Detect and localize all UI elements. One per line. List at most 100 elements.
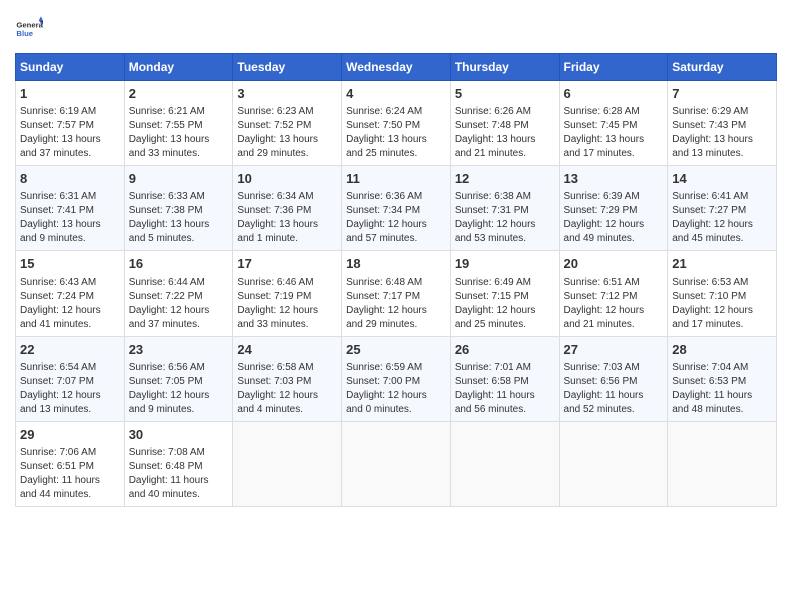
day-number: 9 xyxy=(129,170,229,188)
day-number: 25 xyxy=(346,341,446,359)
calendar-cell: 29 Sunrise: 7:06 AM Sunset: 6:51 PM Dayli… xyxy=(16,421,125,506)
weekday-header-thursday: Thursday xyxy=(450,54,559,81)
logo: General Blue xyxy=(15,15,43,43)
calendar-cell: 20 Sunrise: 6:51 AM Sunset: 7:12 PM Dayli… xyxy=(559,251,668,336)
calendar-cell: 24 Sunrise: 6:58 AM Sunset: 7:03 PM Dayli… xyxy=(233,336,342,421)
logo-icon: General Blue xyxy=(15,15,43,43)
calendar-cell: 17Sunrise: 6:46 AM Sunset: 7:19 PM Dayli… xyxy=(233,251,342,336)
day-number: 21 xyxy=(672,255,772,273)
calendar-cell: 1 Sunrise: 6:19 AM Sunset: 7:57 PM Daylig… xyxy=(16,81,125,166)
day-info: Sunrise: 6:48 AM Sunset: 7:17 PM Dayligh… xyxy=(346,276,446,332)
calendar-cell: 4 Sunrise: 6:24 AM Sunset: 7:50 PM Daylig… xyxy=(342,81,451,166)
calendar-cell: 5 Sunrise: 6:26 AM Sunset: 7:48 PM Daylig… xyxy=(450,81,559,166)
day-number: 27 xyxy=(564,341,664,359)
day-number: 1 xyxy=(20,85,120,103)
day-number: 19 xyxy=(455,255,555,273)
day-info: Sunrise: 6:56 AM Sunset: 7:05 PM Dayligh… xyxy=(129,361,229,417)
svg-text:General: General xyxy=(16,21,43,30)
day-number: 10 xyxy=(237,170,337,188)
day-number: 4 xyxy=(346,85,446,103)
calendar-cell: 18 Sunrise: 6:48 AM Sunset: 7:17 PM Dayli… xyxy=(342,251,451,336)
calendar-cell xyxy=(233,421,342,506)
day-number: 23 xyxy=(129,341,229,359)
calendar-cell: 15Sunrise: 6:43 AM Sunset: 7:24 PM Dayli… xyxy=(16,251,125,336)
weekday-header-monday: Monday xyxy=(124,54,233,81)
day-info: Sunrise: 7:03 AM Sunset: 6:56 PM Dayligh… xyxy=(564,361,664,417)
day-number: 29 xyxy=(20,426,120,444)
day-number: 15 xyxy=(20,255,120,273)
day-info: Sunrise: 6:39 AM Sunset: 7:29 PM Dayligh… xyxy=(564,190,664,246)
calendar-week-3: 15Sunrise: 6:43 AM Sunset: 7:24 PM Dayli… xyxy=(16,251,777,336)
day-info: Sunrise: 6:36 AM Sunset: 7:34 PM Dayligh… xyxy=(346,190,446,246)
day-number: 30 xyxy=(129,426,229,444)
calendar-cell xyxy=(559,421,668,506)
day-number: 11 xyxy=(346,170,446,188)
calendar-cell: 9 Sunrise: 6:33 AM Sunset: 7:38 PM Daylig… xyxy=(124,166,233,251)
day-info: Sunrise: 7:04 AM Sunset: 6:53 PM Dayligh… xyxy=(672,361,772,417)
day-number: 16 xyxy=(129,255,229,273)
calendar-cell xyxy=(668,421,777,506)
calendar-week-2: 8Sunrise: 6:31 AM Sunset: 7:41 PM Daylig… xyxy=(16,166,777,251)
day-info: Sunrise: 6:53 AM Sunset: 7:10 PM Dayligh… xyxy=(672,276,772,332)
calendar-cell: 21 Sunrise: 6:53 AM Sunset: 7:10 PM Dayli… xyxy=(668,251,777,336)
day-number: 12 xyxy=(455,170,555,188)
day-info: Sunrise: 6:33 AM Sunset: 7:38 PM Dayligh… xyxy=(129,190,229,246)
day-number: 5 xyxy=(455,85,555,103)
day-number: 18 xyxy=(346,255,446,273)
calendar-cell: 16 Sunrise: 6:44 AM Sunset: 7:22 PM Dayli… xyxy=(124,251,233,336)
day-number: 7 xyxy=(672,85,772,103)
day-info: Sunrise: 6:58 AM Sunset: 7:03 PM Dayligh… xyxy=(237,361,337,417)
day-number: 2 xyxy=(129,85,229,103)
day-number: 8 xyxy=(20,170,120,188)
day-number: 24 xyxy=(237,341,337,359)
weekday-header-friday: Friday xyxy=(559,54,668,81)
weekday-header-wednesday: Wednesday xyxy=(342,54,451,81)
calendar-cell: 28Sunrise: 7:04 AM Sunset: 6:53 PM Dayli… xyxy=(668,336,777,421)
svg-text:Blue: Blue xyxy=(16,29,33,38)
day-info: Sunrise: 6:41 AM Sunset: 7:27 PM Dayligh… xyxy=(672,190,772,246)
day-info: Sunrise: 6:38 AM Sunset: 7:31 PM Dayligh… xyxy=(455,190,555,246)
calendar-table: SundayMondayTuesdayWednesdayThursdayFrid… xyxy=(15,53,777,507)
day-info: Sunrise: 6:26 AM Sunset: 7:48 PM Dayligh… xyxy=(455,105,555,161)
day-info: Sunrise: 6:49 AM Sunset: 7:15 PM Dayligh… xyxy=(455,276,555,332)
calendar-cell: 22 Sunrise: 6:54 AM Sunset: 7:07 PM Dayli… xyxy=(16,336,125,421)
day-number: 14 xyxy=(672,170,772,188)
day-info: Sunrise: 6:19 AM Sunset: 7:57 PM Dayligh… xyxy=(20,105,120,161)
day-number: 26 xyxy=(455,341,555,359)
calendar-cell: 2 Sunrise: 6:21 AM Sunset: 7:55 PM Daylig… xyxy=(124,81,233,166)
calendar-cell: 23 Sunrise: 6:56 AM Sunset: 7:05 PM Dayli… xyxy=(124,336,233,421)
weekday-header-row: SundayMondayTuesdayWednesdayThursdayFrid… xyxy=(16,54,777,81)
weekday-header-tuesday: Tuesday xyxy=(233,54,342,81)
calendar-cell: 19 Sunrise: 6:49 AM Sunset: 7:15 PM Dayli… xyxy=(450,251,559,336)
day-number: 3 xyxy=(237,85,337,103)
page-header: General Blue xyxy=(15,15,777,43)
calendar-cell: 10Sunrise: 6:34 AM Sunset: 7:36 PM Dayli… xyxy=(233,166,342,251)
calendar-cell: 11 Sunrise: 6:36 AM Sunset: 7:34 PM Dayli… xyxy=(342,166,451,251)
day-info: Sunrise: 6:24 AM Sunset: 7:50 PM Dayligh… xyxy=(346,105,446,161)
day-info: Sunrise: 6:28 AM Sunset: 7:45 PM Dayligh… xyxy=(564,105,664,161)
calendar-week-1: 1 Sunrise: 6:19 AM Sunset: 7:57 PM Daylig… xyxy=(16,81,777,166)
day-info: Sunrise: 6:59 AM Sunset: 7:00 PM Dayligh… xyxy=(346,361,446,417)
weekday-header-saturday: Saturday xyxy=(668,54,777,81)
weekday-header-sunday: Sunday xyxy=(16,54,125,81)
day-info: Sunrise: 6:44 AM Sunset: 7:22 PM Dayligh… xyxy=(129,276,229,332)
day-info: Sunrise: 7:08 AM Sunset: 6:48 PM Dayligh… xyxy=(129,446,229,502)
calendar-cell: 3 Sunrise: 6:23 AM Sunset: 7:52 PM Daylig… xyxy=(233,81,342,166)
day-info: Sunrise: 6:21 AM Sunset: 7:55 PM Dayligh… xyxy=(129,105,229,161)
calendar-cell: 30 Sunrise: 7:08 AM Sunset: 6:48 PM Dayli… xyxy=(124,421,233,506)
day-number: 17 xyxy=(237,255,337,273)
day-info: Sunrise: 6:51 AM Sunset: 7:12 PM Dayligh… xyxy=(564,276,664,332)
day-info: Sunrise: 6:54 AM Sunset: 7:07 PM Dayligh… xyxy=(20,361,120,417)
day-number: 20 xyxy=(564,255,664,273)
calendar-cell: 27 Sunrise: 7:03 AM Sunset: 6:56 PM Dayli… xyxy=(559,336,668,421)
day-info: Sunrise: 6:29 AM Sunset: 7:43 PM Dayligh… xyxy=(672,105,772,161)
calendar-cell xyxy=(450,421,559,506)
day-info: Sunrise: 7:01 AM Sunset: 6:58 PM Dayligh… xyxy=(455,361,555,417)
day-info: Sunrise: 7:06 AM Sunset: 6:51 PM Dayligh… xyxy=(20,446,120,502)
day-number: 22 xyxy=(20,341,120,359)
calendar-cell xyxy=(342,421,451,506)
calendar-week-5: 29 Sunrise: 7:06 AM Sunset: 6:51 PM Dayli… xyxy=(16,421,777,506)
calendar-cell: 25 Sunrise: 6:59 AM Sunset: 7:00 PM Dayli… xyxy=(342,336,451,421)
calendar-cell: 6Sunrise: 6:28 AM Sunset: 7:45 PM Daylig… xyxy=(559,81,668,166)
day-info: Sunrise: 6:23 AM Sunset: 7:52 PM Dayligh… xyxy=(237,105,337,161)
